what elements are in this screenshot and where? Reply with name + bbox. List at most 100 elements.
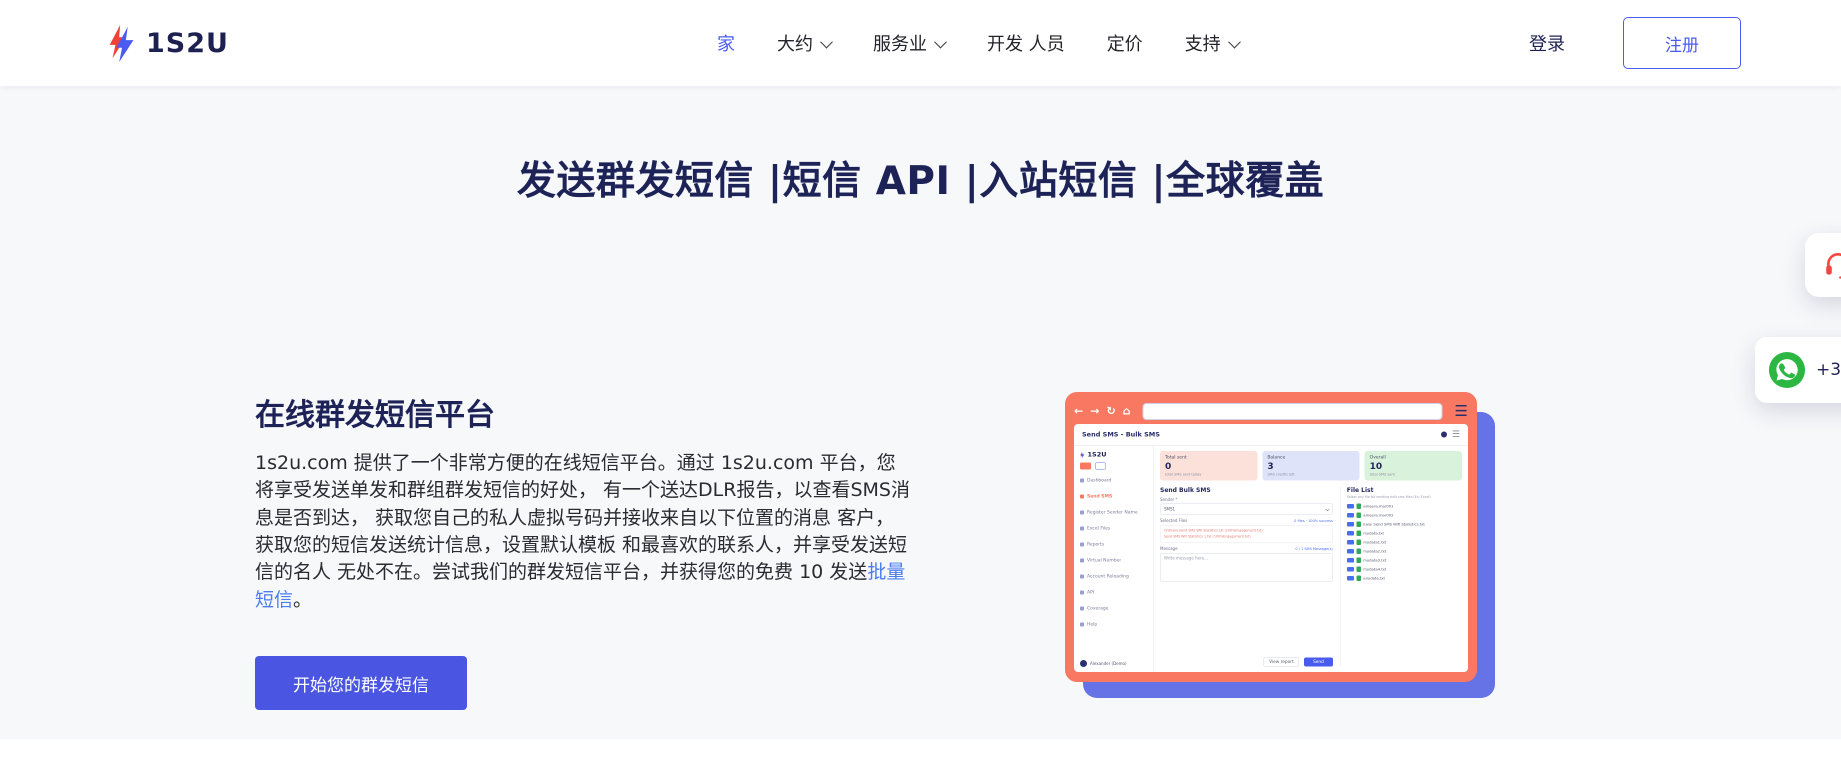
login-link[interactable]: 登录 — [1529, 30, 1565, 56]
checkbox-icon — [1346, 566, 1354, 572]
nav-item-pricing[interactable]: 定价 — [1107, 30, 1143, 56]
hero-title: 发送群发短信 |短信 API |入站短信 |全球覆盖 — [516, 159, 1325, 204]
dashboard-logo: 1S2U — [1080, 451, 1147, 459]
nav-item-developers[interactable]: 开发 人员 — [987, 30, 1065, 56]
hero-section: 发送群发短信 |短信 API |入站短信 |全球覆盖 +3 在线群发短信平台 1… — [0, 86, 1841, 739]
back-icon: ← — [1074, 405, 1084, 418]
dashboard-logo-text: 1S2U — [1087, 451, 1107, 459]
stat-total-sent: Total sent 0 total SMS sent today — [1160, 451, 1258, 481]
selected-files-label: Selected Files — [1160, 518, 1188, 524]
whatsapp-contact-button[interactable]: +3 — [1755, 337, 1841, 403]
checkbox-icon — [1346, 539, 1354, 545]
browser-chrome: ← → ↻ ⌂ ☰ — [1074, 399, 1468, 424]
nav-item-support[interactable]: 支持 — [1185, 30, 1241, 56]
refresh-icon: ↻ — [1106, 405, 1116, 418]
whatsapp-number-text: +3 — [1816, 360, 1841, 380]
badge-outline — [1095, 462, 1106, 470]
address-bar — [1142, 403, 1443, 420]
nav-about-label: 大约 — [776, 34, 813, 55]
logo[interactable]: 1S2U — [108, 24, 229, 62]
intro-paragraph: 1s2u.com 提供了一个非常方便的在线短信平台。通过 1s2u.com 平台… — [255, 450, 913, 614]
dashboard-header-right: ☰ — [1440, 430, 1460, 439]
nav-pricing-label: 定价 — [1106, 34, 1143, 55]
content-row: 在线群发短信平台 1s2u.com 提供了一个非常方便的在线短信平台。通过 1s… — [0, 390, 1841, 711]
nav-home-label: 家 — [716, 34, 735, 55]
menu-item-excel-files: Excel Files — [1080, 526, 1147, 531]
view-report-button: View report — [1263, 657, 1300, 667]
form-title: Send Bulk SMS — [1160, 486, 1211, 494]
excel-file-icon — [1356, 566, 1361, 572]
menu-item-help: Help — [1080, 622, 1147, 627]
checkbox-icon — [1346, 557, 1354, 563]
checkbox-icon — [1346, 512, 1354, 518]
forward-icon: → — [1090, 405, 1100, 418]
send-icon — [1080, 494, 1084, 499]
dashboard-title: Send SMS - Bulk SMS — [1082, 430, 1160, 439]
file-row: mydata1.txt — [1346, 539, 1462, 545]
file-notice-box: Ordinary Send SMS Will Statistics.txt (1… — [1160, 525, 1333, 543]
menu-item-coverage: Coverage — [1080, 606, 1147, 611]
section-heading: 在线群发短信平台 — [255, 398, 495, 433]
badge-coral — [1080, 462, 1091, 470]
excel-file-icon — [1356, 539, 1361, 545]
stat-cards: Total sent 0 total SMS sent today Balanc… — [1160, 451, 1463, 481]
message-counter: 0 / 1 SMS Message(s) — [1295, 546, 1333, 551]
sidebar-user: Alexander (Demo) — [1080, 660, 1147, 667]
file-list-title: File List — [1346, 486, 1374, 494]
file-row: ameera.mar001 — [1346, 503, 1462, 509]
nav-developers-label: 开发 人员 — [986, 34, 1065, 55]
nav-item-about[interactable]: 大约 — [776, 30, 833, 56]
file-list-panel: File List Select any file for sending bu… — [1339, 486, 1462, 667]
menu-item-reports: Reports — [1080, 542, 1147, 547]
sender-icon — [1080, 510, 1084, 515]
intro-after-link-text: 。 — [293, 588, 313, 611]
menu-item-account-reloading: Account Reloading — [1080, 574, 1147, 579]
file-row: mydata.txt — [1346, 530, 1462, 536]
dashboard-illustration: ← → ↻ ⌂ ☰ Send SMS - Bulk SMS ☰ 1S2U Das… — [1065, 392, 1495, 698]
excel-file-icon — [1356, 575, 1361, 581]
message-textarea: Write message here... — [1160, 553, 1333, 583]
dashboard-main: Total sent 0 total SMS sent today Balanc… — [1154, 446, 1468, 672]
number-icon — [1080, 558, 1084, 563]
api-icon — [1080, 590, 1084, 595]
checkbox-icon — [1346, 575, 1354, 581]
file-row: mydata2.txt — [1346, 548, 1462, 554]
checkbox-icon — [1346, 530, 1354, 536]
start-bulk-sms-button[interactable]: 开始您的群发短信 — [255, 656, 467, 711]
file-row: Easy Send SMS Wifi Statistics.txt — [1346, 521, 1462, 527]
logo-lightning-icon — [1080, 451, 1085, 459]
avatar — [1080, 660, 1087, 667]
register-button[interactable]: 注册 — [1623, 17, 1741, 69]
dashboard-header: Send SMS - Bulk SMS ☰ — [1074, 424, 1468, 446]
file-row: mydata3.txt — [1346, 557, 1462, 563]
dashboard-screen: Send SMS - Bulk SMS ☰ 1S2U Dashboard Sen… — [1074, 424, 1468, 672]
dashboard-icon — [1080, 478, 1084, 483]
main-nav: 家 大约 服务业 开发 人员 定价 支持 — [717, 30, 1241, 56]
support-chat-button[interactable] — [1805, 233, 1841, 297]
stat-balance: Balance 3 SMS credits left — [1262, 451, 1360, 481]
excel-icon — [1080, 526, 1084, 531]
stat-overall: Overall 10 total SMS sent — [1364, 451, 1463, 481]
nav-item-home[interactable]: 家 — [717, 30, 735, 56]
reports-icon — [1080, 542, 1084, 547]
file-row: ameera.mar002 — [1346, 512, 1462, 518]
send-button: Send — [1304, 657, 1333, 667]
dashboard-sidebar: 1S2U Dashboard Send SMS Register Sender … — [1074, 446, 1154, 672]
headset-icon — [1826, 253, 1841, 279]
chevron-down-icon — [1227, 35, 1241, 48]
logo-text: 1S2U — [146, 27, 229, 59]
file-list-subtitle: Select any file for sending bulk sms fil… — [1346, 495, 1431, 499]
send-bulk-sms-form: Send Bulk SMS Sender * SMS1 Selected Fil… — [1160, 486, 1333, 667]
logo-lightning-icon — [109, 24, 134, 62]
home-icon: ⌂ — [1122, 405, 1131, 418]
sender-label: Sender * — [1160, 497, 1178, 503]
menu-item-virtual-number: Virtual Number — [1080, 558, 1147, 563]
whatsapp-icon — [1768, 351, 1806, 389]
excel-file-icon — [1356, 521, 1361, 527]
nav-item-services[interactable]: 服务业 — [873, 30, 947, 56]
intro-body-text: 1s2u.com 提供了一个非常方便的在线短信平台。通过 1s2u.com 平台… — [255, 452, 910, 584]
intro-column: 在线群发短信平台 1s2u.com 提供了一个非常方便的在线短信平台。通过 1s… — [255, 390, 913, 711]
reload-icon — [1080, 574, 1084, 579]
file-row: anydata.txt — [1346, 575, 1462, 581]
help-icon — [1080, 622, 1084, 627]
